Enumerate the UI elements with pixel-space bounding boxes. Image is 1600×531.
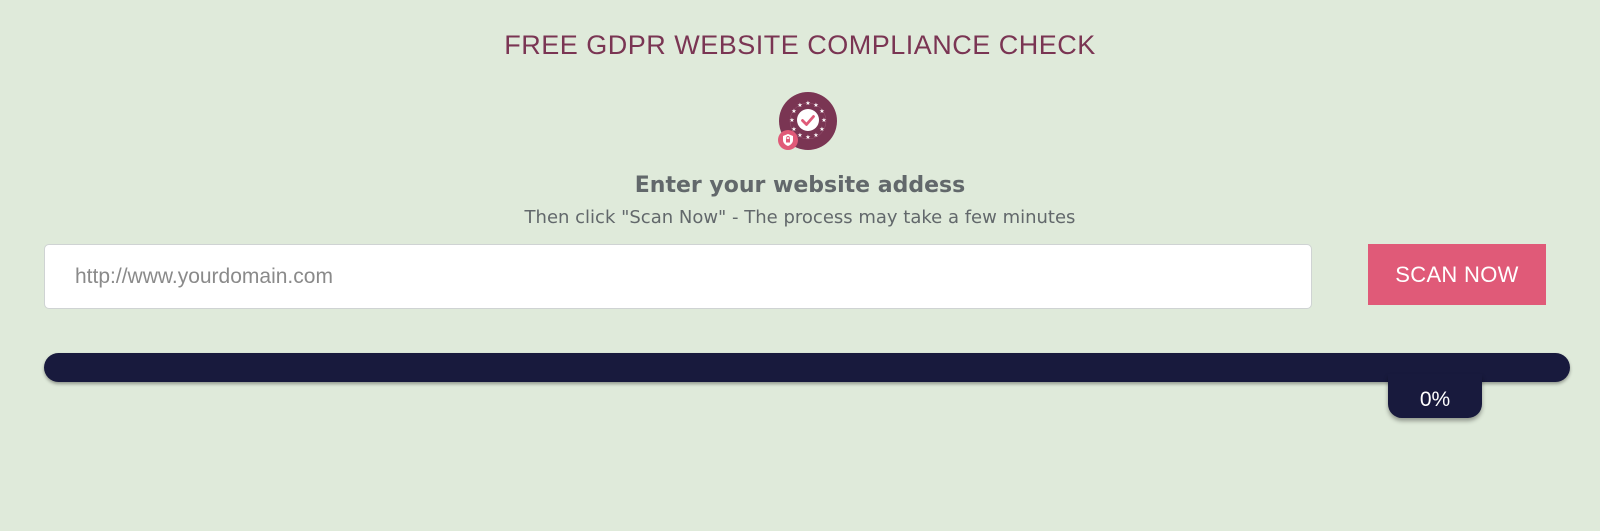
form-subheading: Then click "Scan Now" - The process may … — [524, 207, 1076, 228]
svg-text:★: ★ — [805, 134, 810, 141]
svg-text:★: ★ — [797, 132, 802, 139]
svg-text:★: ★ — [789, 117, 794, 124]
scan-now-button[interactable]: SCAN NOW — [1368, 244, 1546, 305]
gdpr-badge: ★ ★ ★ ★ ★ ★ ★ ★ ★ ★ ★ ★ — [778, 92, 838, 152]
svg-text:★: ★ — [791, 108, 796, 115]
page-title: FREE GDPR WEBSITE COMPLIANCE CHECK — [504, 30, 1096, 60]
svg-text:★: ★ — [821, 117, 826, 124]
svg-text:★: ★ — [813, 102, 818, 109]
website-url-input[interactable] — [44, 244, 1312, 309]
gdpr-shield-check-icon: ★ ★ ★ ★ ★ ★ ★ ★ ★ ★ ★ ★ — [778, 92, 837, 150]
scan-progress-bar — [44, 353, 1570, 382]
form-heading: Enter your website addess — [634, 173, 966, 198]
progress-percent-label: 0% — [1419, 388, 1451, 411]
svg-text:★: ★ — [805, 100, 810, 107]
svg-text:★: ★ — [819, 126, 824, 133]
svg-text:★: ★ — [797, 102, 802, 109]
svg-text:★: ★ — [819, 108, 824, 115]
svg-text:★: ★ — [813, 132, 818, 139]
